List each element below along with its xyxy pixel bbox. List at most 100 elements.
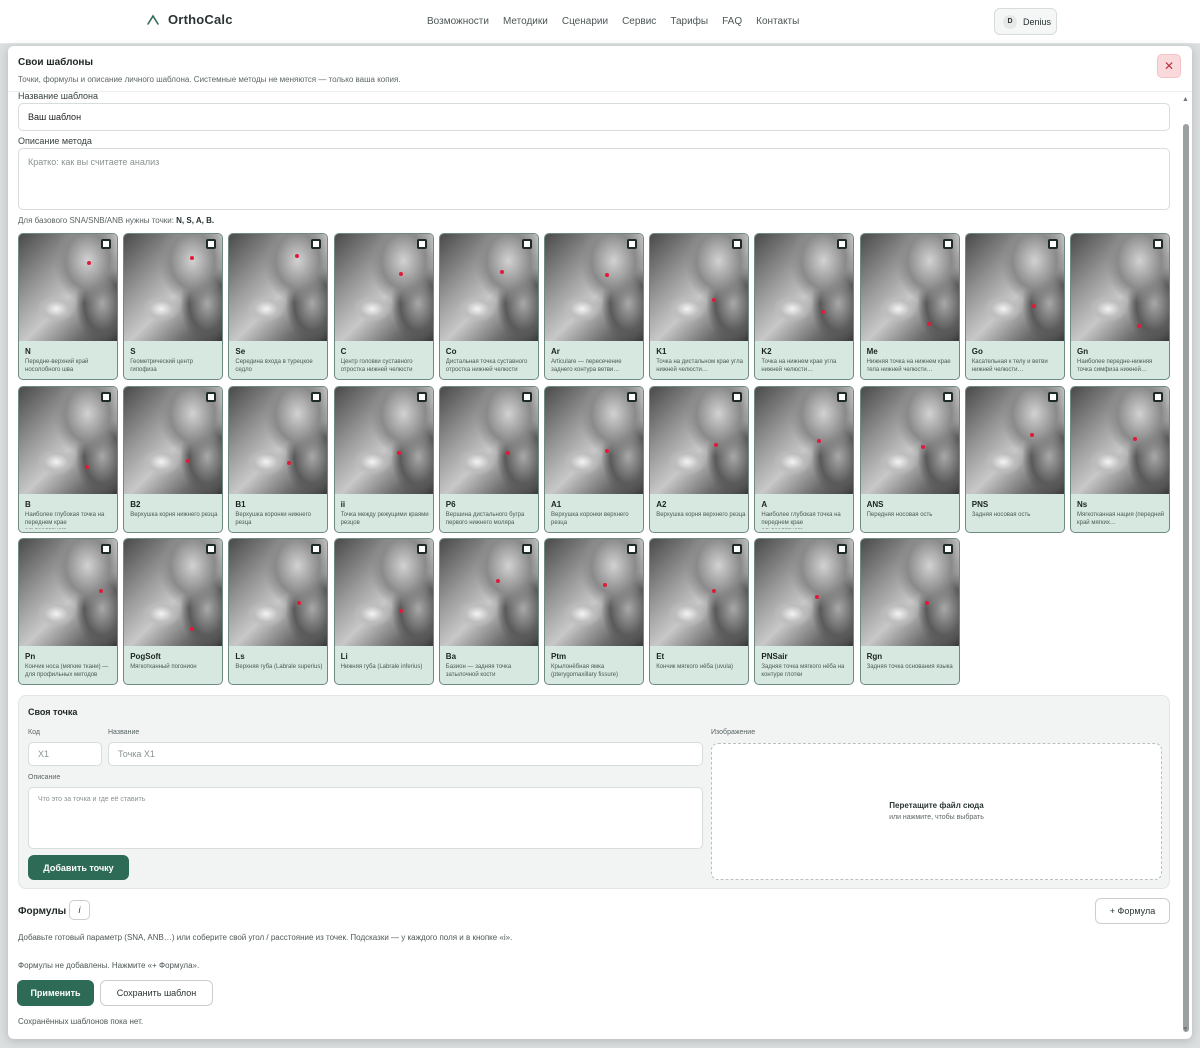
point-checkbox[interactable] — [521, 544, 532, 554]
point-card-b1[interactable]: B1 Верхушка коронки нижнего резца — [228, 385, 329, 533]
point-card-n[interactable]: N Передне-верхний край носолобного шва — [18, 233, 118, 380]
nav-item-scenarios[interactable]: Сценарии — [562, 16, 608, 27]
point-description: Точка между режущими краями резцов — [340, 511, 429, 526]
point-checkbox[interactable] — [1153, 239, 1163, 249]
point-checkbox[interactable] — [1153, 391, 1163, 402]
point-marker — [920, 444, 925, 449]
point-checkbox[interactable] — [206, 391, 217, 402]
point-marker — [99, 589, 103, 593]
point-checkbox[interactable] — [101, 391, 111, 402]
point-card-ptm[interactable]: Ptm Крылонёбная ямка (pterygomaxillary fi… — [544, 538, 644, 685]
point-card-go[interactable]: Go Касательная к телу и ветви нижней челю… — [964, 233, 1065, 380]
user-menu-button[interactable]: D Denius — [994, 8, 1057, 35]
point-card-pnsair[interactable]: PNSair Задняя точка мягкого нёба на конту… — [754, 538, 855, 685]
add-point-button[interactable]: Добавить точку — [28, 855, 129, 880]
point-checkbox[interactable] — [101, 239, 111, 249]
point-checkbox[interactable] — [732, 391, 743, 402]
point-card-ans[interactable]: ANS Передняя носовая ость — [859, 385, 960, 533]
point-checkbox[interactable] — [1047, 391, 1058, 402]
point-card-ls[interactable]: Ls Верхняя губа (Labrale superius) — [228, 538, 329, 685]
apply-button[interactable]: Применить — [17, 980, 94, 1006]
point-checkbox[interactable] — [627, 544, 637, 554]
point-checkbox[interactable] — [206, 239, 217, 249]
formulas-info-button[interactable]: i — [69, 900, 90, 920]
point-card-se[interactable]: Se Середина входа в турецкое седло — [228, 233, 329, 380]
point-checkbox[interactable] — [732, 544, 743, 554]
point-card-k2[interactable]: K2 Точка на нижнем крае угла нижней челюс… — [754, 233, 855, 380]
point-card-a2[interactable]: A2 Верхушка корня верхнего резца — [649, 385, 750, 533]
point-card-me[interactable]: Me Нижняя точка на нижнем крае тела нижне… — [859, 233, 960, 380]
point-checkbox[interactable] — [521, 239, 532, 249]
modal-subtitle: Точки, формулы и описание личного шаблон… — [18, 75, 401, 84]
nav-item-service[interactable]: Сервис — [622, 16, 656, 27]
point-checkbox[interactable] — [837, 239, 848, 249]
point-card-ar[interactable]: Ar Articulare — пересечение заднего конту… — [544, 233, 644, 380]
point-code: Ls — [235, 652, 245, 661]
scroll-up-arrow-icon[interactable]: ▲ — [1182, 96, 1189, 103]
xray-thumbnail — [124, 539, 223, 646]
xray-thumbnail — [439, 539, 538, 646]
nav-item-faq[interactable]: FAQ — [722, 16, 742, 27]
scroll-down-arrow-icon[interactable]: ▼ — [1182, 1026, 1189, 1033]
point-card-p6[interactable]: P6 Вершина дистального бугра первого нижн… — [438, 385, 539, 533]
point-checkbox[interactable] — [416, 239, 427, 249]
point-code: Go — [971, 347, 983, 356]
brand[interactable]: OrthoCalc — [146, 12, 233, 27]
save-template-button[interactable]: Сохранить шаблон — [100, 980, 213, 1006]
point-checkbox[interactable] — [942, 239, 953, 249]
point-name-input[interactable] — [108, 742, 703, 766]
point-card-a[interactable]: A Наиболее глубокая точка на переднем кра… — [754, 385, 855, 533]
point-checkbox[interactable] — [1047, 239, 1058, 249]
point-card-ba[interactable]: Ba Базион — задняя точка затылочной кости — [438, 538, 539, 685]
point-checkbox[interactable] — [416, 544, 427, 554]
point-checkbox[interactable] — [311, 544, 322, 554]
close-button[interactable]: ✕ — [1157, 54, 1181, 78]
xray-thumbnail — [965, 386, 1064, 494]
nav-item-contacts[interactable]: Контакты — [756, 16, 799, 27]
point-checkbox[interactable] — [627, 239, 637, 249]
point-card-pn[interactable]: Pn Кончик носа (мягкие ткани) — для профи… — [18, 538, 118, 685]
point-card-b[interactable]: B Наиболее глубокая точка на переднем кра… — [18, 385, 118, 533]
point-card-et[interactable]: Et Кончик мягкого нёба (uvula) — [649, 538, 750, 685]
xray-thumbnail — [124, 234, 223, 341]
point-card-k1[interactable]: K1 Точка на дистальном крае угла нижней ч… — [649, 233, 750, 380]
xray-thumbnail — [19, 386, 117, 494]
point-checkbox[interactable] — [837, 391, 848, 402]
point-card-b2[interactable]: B2 Верхушка корня нижнего резца — [123, 385, 224, 533]
point-card-co[interactable]: Co Дистальная точка суставного отростка н… — [438, 233, 539, 380]
point-checkbox[interactable] — [732, 239, 743, 249]
point-card-ns[interactable]: Ns Мягкотканная нация (передний край мягк… — [1070, 385, 1170, 533]
point-description-input[interactable] — [28, 787, 703, 849]
point-card-pns[interactable]: PNS Задняя носовая ость — [964, 385, 1065, 533]
scrollbar[interactable] — [1183, 124, 1189, 1032]
point-card-pogsoft[interactable]: PogSoft Мягкотканный погонион — [123, 538, 224, 685]
point-card-rgn[interactable]: Rgn Задняя точка основания языка — [859, 538, 960, 685]
point-checkbox[interactable] — [521, 391, 532, 402]
point-card-a1[interactable]: A1 Верхушка коронки верхнего резца — [544, 385, 644, 533]
nav-item-pricing[interactable]: Тарифы — [670, 16, 708, 27]
method-description-input[interactable] — [18, 148, 1170, 210]
template-name-input[interactable] — [18, 103, 1170, 131]
point-card-gn[interactable]: Gn Наиболее передне-нижняя точка симфиза … — [1070, 233, 1170, 380]
point-checkbox[interactable] — [837, 544, 848, 554]
point-code: Ptm — [551, 652, 567, 661]
point-checkbox[interactable] — [311, 391, 322, 402]
point-checkbox[interactable] — [311, 239, 322, 249]
point-checkbox[interactable] — [101, 544, 111, 554]
point-checkbox[interactable] — [942, 391, 953, 402]
point-checkbox[interactable] — [416, 391, 427, 402]
nav-item-features[interactable]: Возможности — [427, 16, 489, 27]
nav-item-methods[interactable]: Методики — [503, 16, 548, 27]
point-checkbox[interactable] — [942, 544, 953, 554]
point-card-s[interactable]: S Геометрический центр гипофиза — [123, 233, 224, 380]
point-code-input[interactable] — [28, 742, 102, 766]
image-dropzone[interactable]: Перетащите файл сюда или нажмите, чтобы … — [711, 743, 1162, 880]
point-checkbox[interactable] — [627, 391, 637, 402]
xray-thumbnail — [650, 539, 749, 646]
add-formula-button[interactable]: + Формула — [1095, 898, 1170, 924]
point-card-c[interactable]: C Центр головки суставного отростка нижне… — [333, 233, 434, 380]
point-card-ii[interactable]: ii Точка между режущими краями резцов — [333, 385, 434, 533]
xray-thumbnail — [965, 234, 1064, 341]
point-checkbox[interactable] — [206, 544, 217, 554]
point-card-li[interactable]: Li Нижняя губа (Labrale inferius) — [333, 538, 434, 685]
